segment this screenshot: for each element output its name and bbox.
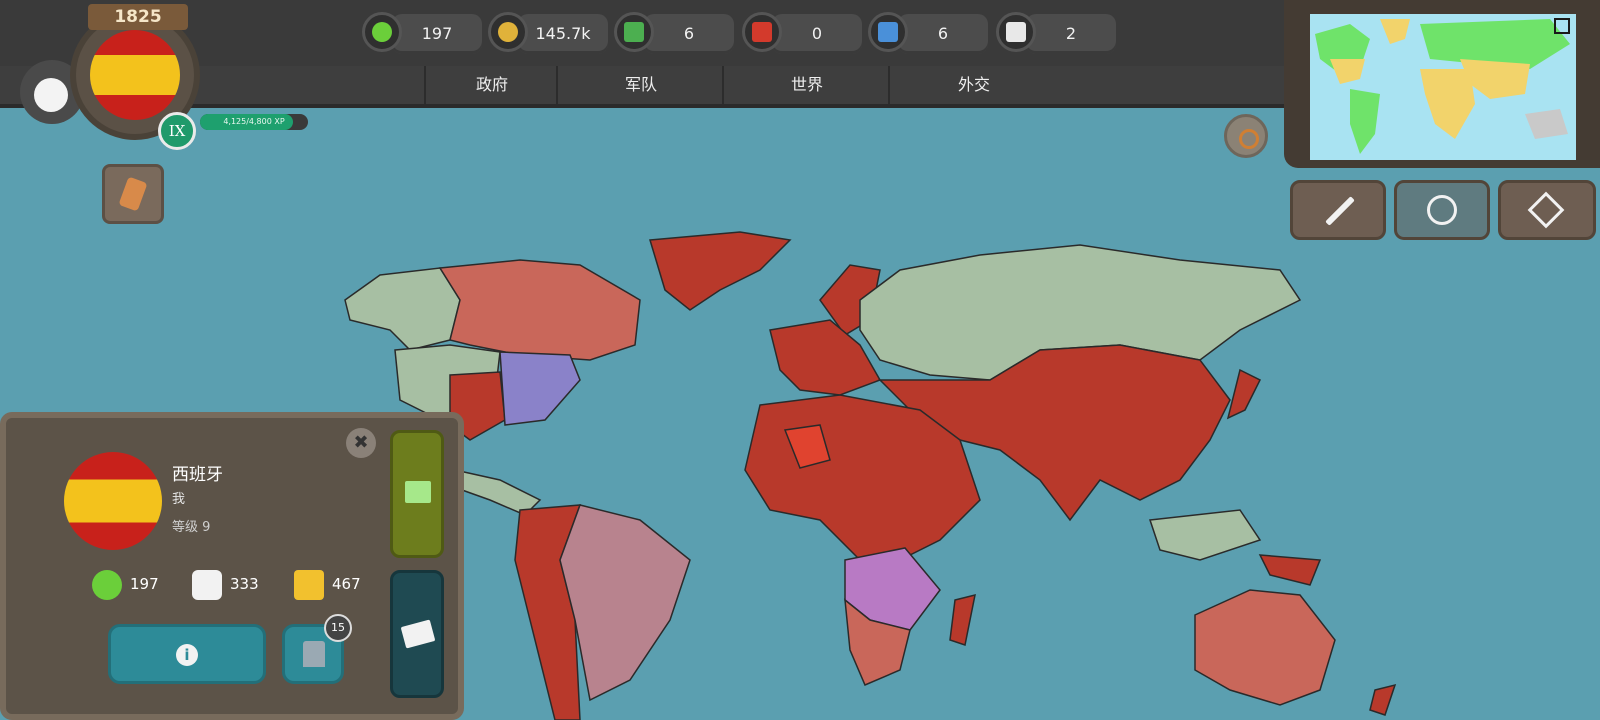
scroll-icon — [118, 176, 148, 212]
resource-blue-crowns-value: 6 — [937, 24, 949, 43]
resource-gold-value: 145.7k — [535, 24, 591, 43]
resource-letters[interactable]: 2 — [996, 12, 1118, 56]
tab-military[interactable]: 军队 — [556, 66, 724, 104]
nation-name: 西班牙 — [172, 465, 223, 485]
coins-icon — [488, 12, 528, 52]
mail-button[interactable] — [390, 570, 444, 698]
resource-red-crowns-value: 0 — [811, 24, 823, 43]
resource-red-crowns[interactable]: 0 — [742, 12, 864, 56]
smiley-icon — [92, 569, 122, 600]
close-panel-button[interactable]: ✖ — [346, 428, 376, 458]
bank-count-badge: 15 — [324, 614, 352, 642]
home-button[interactable] — [390, 430, 444, 558]
envelope-icon — [996, 12, 1036, 52]
home-icon — [405, 481, 431, 503]
dove-icon — [192, 569, 222, 600]
resource-blue-crowns[interactable]: 6 — [868, 12, 990, 56]
nation-level: 等级 9 — [172, 520, 211, 535]
info-button[interactable]: i — [108, 624, 266, 684]
globe-icon — [1427, 195, 1457, 225]
stat-happiness: 197 — [92, 568, 159, 600]
green-crown-icon — [614, 12, 654, 52]
resource-green-crowns-value: 6 — [683, 24, 695, 43]
toggle-knob — [34, 78, 68, 112]
sword-icon — [1325, 196, 1355, 226]
stat-energy-value: 467 — [332, 575, 361, 593]
bank-icon — [303, 641, 325, 667]
tab-government[interactable]: 政府 — [424, 66, 558, 104]
resource-gold[interactable]: 145.7k — [488, 12, 610, 56]
tab-world[interactable]: 世界 — [722, 66, 890, 104]
xp-progress-text: 4,125/4,800 XP — [223, 117, 285, 126]
lightning-icon — [294, 569, 324, 600]
resource-happiness-value: 197 — [421, 24, 453, 43]
stat-dove-value: 333 — [230, 575, 259, 593]
envelope-icon — [400, 619, 436, 649]
resource-letters-value: 2 — [1065, 24, 1077, 43]
red-crown-icon — [742, 12, 782, 52]
resource-green-crowns[interactable]: 6 — [614, 12, 736, 56]
stat-dove: 333 — [192, 568, 259, 600]
gear-icon — [1239, 129, 1259, 149]
stat-happiness-value: 197 — [130, 575, 159, 593]
player-level-badge: IX — [158, 112, 196, 150]
nation-info-panel: 西班牙 我 等级 9 ✖ 197 333 467 i 15 — [0, 412, 464, 720]
current-year: 1825 — [88, 4, 188, 30]
scroll-button[interactable] — [102, 164, 164, 224]
settings-gear-button[interactable] — [1224, 114, 1268, 158]
smiley-icon — [362, 12, 402, 52]
military-button[interactable] — [1290, 180, 1386, 240]
info-icon: i — [176, 644, 198, 666]
stat-energy: 467 — [294, 568, 361, 600]
fullscreen-icon[interactable] — [1554, 18, 1570, 34]
minimap-panel[interactable] — [1284, 0, 1600, 168]
resource-happiness[interactable]: 197 — [362, 12, 484, 56]
nation-owner: 我 — [172, 492, 186, 507]
view-toggle[interactable] — [20, 60, 84, 124]
nation-flag-icon — [64, 452, 162, 550]
spain-flag-icon — [90, 30, 180, 120]
tab-diplomacy[interactable]: 外交 — [888, 66, 1058, 104]
premium-diamond-button[interactable] — [1498, 180, 1596, 240]
minimap[interactable] — [1310, 14, 1576, 160]
blue-crown-icon — [868, 12, 908, 52]
diamond-icon — [1527, 191, 1565, 229]
globe-button[interactable] — [1394, 180, 1490, 240]
xp-progress-bar: 4,125/4,800 XP — [200, 114, 308, 130]
